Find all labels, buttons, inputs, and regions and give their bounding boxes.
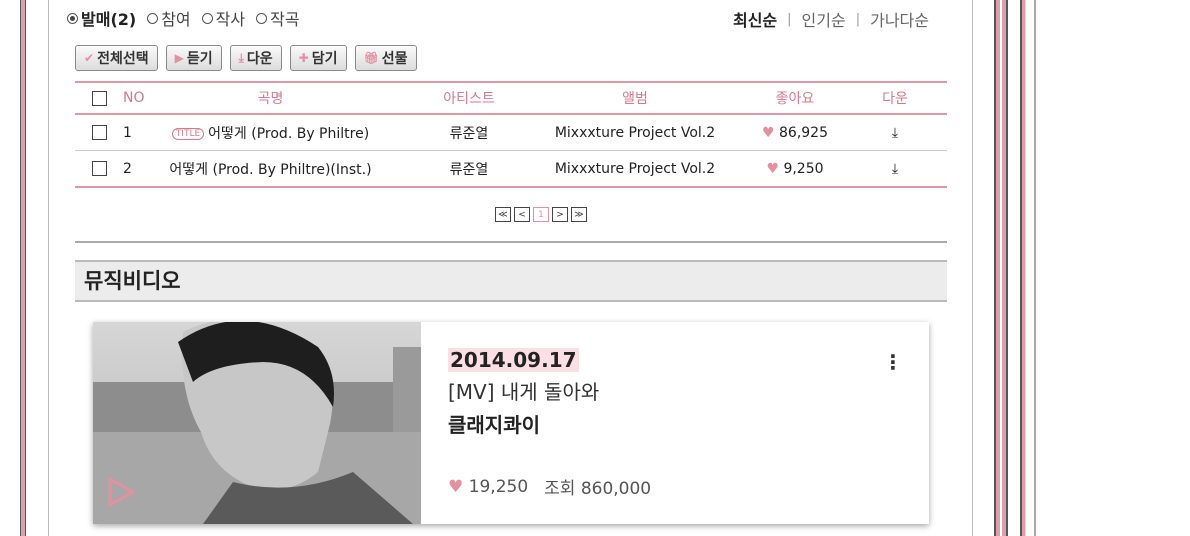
music-video-section-header: 뮤직비디오	[75, 260, 947, 302]
table-header: NO 곡명 아티스트 앨범 좋아요 다운	[75, 83, 947, 115]
plus-icon: ✚	[298, 51, 309, 65]
section-title: 뮤직비디오	[84, 269, 181, 293]
radio-icon	[201, 12, 213, 24]
check-icon: ✔	[84, 51, 95, 65]
heart-icon: ♥	[761, 124, 775, 141]
gift-icon: 🎁︎	[363, 51, 379, 65]
far-right-frame-line	[1020, 0, 1036, 536]
header-download: 다운	[882, 91, 908, 107]
video-artist[interactable]: 클래지콰이	[448, 409, 599, 438]
album-link[interactable]: Mixxxture Project Vol.2	[540, 125, 730, 141]
sort-options: 최신순 | 인기순 | 가나다순	[733, 7, 929, 31]
right-frame-line	[994, 0, 1008, 536]
sort-separator: |	[787, 11, 792, 27]
row-checkbox[interactable]	[91, 161, 107, 176]
sort-popular[interactable]: 인기순	[802, 7, 846, 31]
filter-radio-release[interactable]: 발매(2)	[67, 6, 136, 30]
header-album: 앨범	[622, 91, 648, 107]
header-no: NO	[123, 90, 145, 106]
header-title: 곡명	[257, 91, 284, 107]
gift-button[interactable]: 🎁︎ 선물	[354, 45, 417, 71]
play-icon: ▶	[174, 51, 184, 65]
row-download-button[interactable]: ⤓	[860, 161, 930, 177]
table-row: 2 어떻게 (Prod. By Philtre)(Inst.) 류준열 Mixx…	[75, 150, 947, 186]
artist-song-panel: 발매(2) 참여 작사 작곡 최신순 | 인기순 | 가나다순 ✔ 전체선택 ▶ 듣…	[48, 0, 973, 536]
music-video-card[interactable]: 2014.09.17 [MV] 내게 돌아와 클래지콰이 ♥ 19,250 조회…	[93, 322, 929, 524]
video-title[interactable]: [MV] 내게 돌아와	[448, 376, 599, 405]
video-thumbnail[interactable]	[93, 322, 421, 524]
header-likes: 좋아요	[775, 91, 815, 107]
select-all-button[interactable]: ✔ 전체선택	[75, 45, 158, 71]
heart-icon: ♥	[448, 476, 464, 497]
download-button[interactable]: ⤓ 다운	[229, 45, 282, 71]
radio-icon	[256, 12, 268, 24]
video-info: 2014.09.17 [MV] 내게 돌아와 클래지콰이	[448, 348, 599, 438]
select-all-checkbox[interactable]	[91, 90, 107, 106]
artist-link[interactable]: 류준열	[398, 123, 540, 143]
title-track-badge: TITLE	[171, 127, 205, 140]
listen-button[interactable]: ▶ 듣기	[165, 45, 222, 71]
row-number: 2	[123, 160, 132, 177]
last-page-button[interactable]: ≫	[571, 207, 587, 222]
like-button[interactable]: ♥ 9,250	[730, 161, 860, 177]
pagination: ≪ < 1 > ≫	[495, 207, 587, 222]
album-link[interactable]: Mixxxture Project Vol.2	[540, 161, 730, 177]
song-table: NO 곡명 아티스트 앨범 좋아요 다운 1 TITLE 어떻게 (Prod. B…	[75, 81, 947, 188]
heart-icon: ♥	[766, 160, 779, 177]
row-checkbox[interactable]	[91, 125, 107, 140]
release-type-filter: 발매(2) 참여 작사 작곡	[67, 6, 305, 30]
sort-alphabetical[interactable]: 가나다순	[870, 7, 929, 31]
download-icon: ⤓	[238, 50, 244, 65]
left-frame-line	[20, 0, 26, 536]
next-page-button[interactable]: >	[552, 207, 568, 222]
filter-radio-compose[interactable]: 작곡	[256, 6, 300, 30]
radio-selected-icon	[67, 12, 78, 24]
current-page[interactable]: 1	[533, 207, 549, 222]
filter-radio-lyrics[interactable]: 작사	[201, 6, 245, 30]
first-page-button[interactable]: ≪	[495, 207, 511, 222]
like-button[interactable]: ♥ 86,925	[730, 125, 860, 141]
sort-separator: |	[855, 11, 861, 27]
video-stats: ♥ 19,250 조회 860,000	[448, 474, 652, 500]
artist-link[interactable]: 류준열	[398, 159, 540, 179]
video-date: 2014.09.17	[448, 348, 579, 372]
filter-radio-participate[interactable]: 참여	[147, 6, 191, 30]
section-divider	[75, 241, 947, 243]
sort-latest[interactable]: 최신순	[733, 7, 777, 31]
video-like-button[interactable]: ♥ 19,250	[448, 477, 528, 497]
table-row: 1 TITLE 어떻게 (Prod. By Philtre) 류준열 Mixxxt…	[75, 115, 947, 150]
download-icon: ⤓	[891, 124, 899, 141]
radio-icon	[147, 12, 159, 24]
video-thumbnail-image	[93, 322, 421, 524]
header-artist: 아티스트	[443, 91, 495, 107]
song-toolbar: ✔ 전체선택 ▶ 듣기 ⤓ 다운 ✚ 담기 🎁︎ 선물	[75, 45, 417, 71]
video-views: 조회 860,000	[544, 479, 652, 499]
add-to-playlist-button[interactable]: ✚ 담기	[289, 45, 347, 71]
song-title-link[interactable]: TITLE 어떻게 (Prod. By Philtre)	[143, 123, 398, 143]
row-number: 1	[123, 124, 132, 141]
more-options-icon[interactable]: ⋮	[883, 352, 903, 372]
download-icon: ⤓	[891, 160, 899, 177]
song-title-link[interactable]: 어떻게 (Prod. By Philtre)(Inst.)	[143, 159, 398, 179]
prev-page-button[interactable]: <	[514, 207, 530, 222]
row-download-button[interactable]: ⤓	[860, 125, 930, 141]
